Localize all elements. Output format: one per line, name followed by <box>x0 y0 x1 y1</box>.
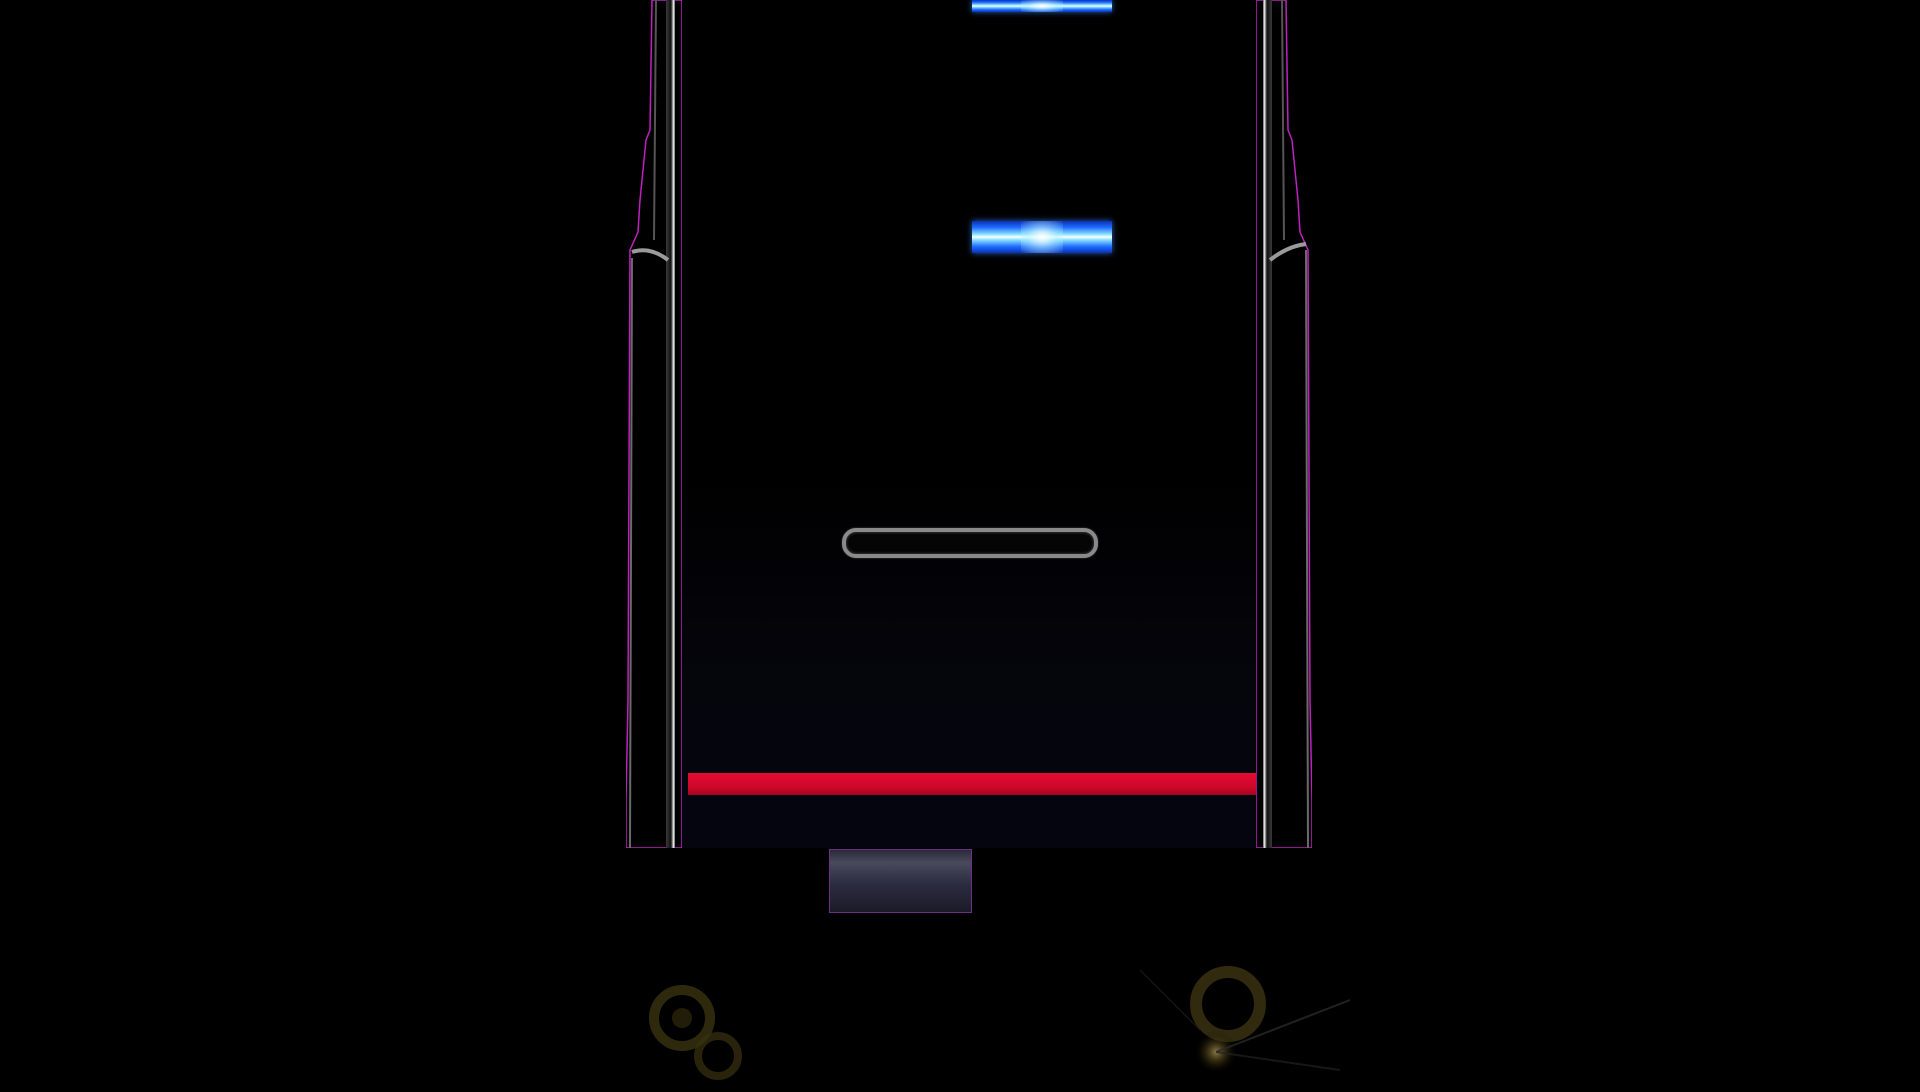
note-lane <box>682 0 1256 848</box>
left-lane-rail <box>626 0 682 848</box>
sparkle-icon <box>640 970 750 1088</box>
key-beam-pad <box>829 849 972 913</box>
judgement-line <box>688 773 1256 795</box>
note-blue-top <box>972 0 1112 12</box>
hold-note-outline <box>842 528 1098 558</box>
note-blue <box>972 221 1112 253</box>
right-lane-rail <box>1256 0 1312 848</box>
game-stage <box>0 0 1920 1088</box>
sparkle-icon <box>1139 960 1360 1088</box>
